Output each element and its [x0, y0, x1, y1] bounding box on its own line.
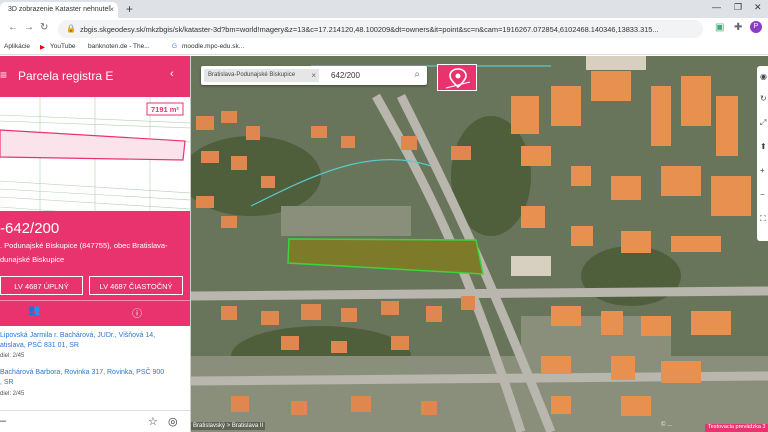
- tab-title: 3D zobrazenie Kataster nehnuteľ: [8, 6, 111, 13]
- scale-breadcrumb: Bratislavský > Bratislava II: [191, 422, 266, 430]
- puzzle-icon[interactable]: ✚: [734, 22, 742, 33]
- parcel-number: -642/200: [0, 220, 60, 237]
- location-chip-label: Bratislava-Podunajské Biskupice: [208, 72, 296, 78]
- forward-icon[interactable]: →: [24, 22, 34, 33]
- sidebar-tabs: 👥 ⓘ: [0, 300, 190, 328]
- chip-close-icon[interactable]: ×: [311, 71, 316, 80]
- owners-list: Lipovská Jarmila r. Bachárová, JUDr., Vi…: [0, 326, 190, 410]
- zoom-in-icon[interactable]: +: [760, 166, 765, 175]
- area-badge: 7191 m²: [151, 105, 179, 114]
- browser-tab[interactable]: 3D zobrazenie Kataster nehnuteľ ×: [0, 2, 118, 18]
- new-tab-button[interactable]: +: [126, 2, 133, 16]
- test-mode-badge: Testovacia prevádzka 3: [705, 424, 768, 432]
- map-toolbar: ◉ ↻ ⤢ ⬆ + − ⛶: [757, 66, 768, 241]
- bookmark-apps[interactable]: Aplikácie: [4, 43, 30, 50]
- zoom-out-icon[interactable]: −: [760, 190, 765, 199]
- map-search-box[interactable]: Bratislava-Podunajské Biskupice × 642/20…: [201, 66, 427, 85]
- owner-address[interactable]: atislava, PSČ 831 01, SR: [0, 342, 79, 349]
- pin-map-button[interactable]: [437, 64, 477, 91]
- copyright-text: © ...: [661, 422, 673, 428]
- address-bar[interactable]: 🔒 zbgis.skgeodesy.sk/mkzbgis/sk/kataster…: [58, 20, 703, 38]
- bookmark-moodle[interactable]: moodle.mpc-edu.sk...: [182, 43, 244, 50]
- sidebar-title: Parcela registra E: [18, 69, 114, 83]
- avatar[interactable]: P: [750, 21, 762, 33]
- bookmarks-bar: Aplikácie ▶ YouTube banknoten.de - The..…: [0, 40, 768, 55]
- owner-share: diel: 2/45: [0, 391, 25, 397]
- layers-icon[interactable]: ◉: [760, 72, 767, 81]
- lock-icon: 🔒: [66, 24, 76, 33]
- location-line-1: . Podunajské Biskupice (847755), obec Br…: [0, 241, 168, 250]
- parcel-sidebar: ≡ Parcela registra E ‹ 7191 m² -642/200 …: [0, 56, 191, 432]
- sidebar-header: ≡ Parcela registra E ‹: [0, 56, 190, 97]
- extension-icon[interactable]: ▣: [715, 22, 724, 33]
- browser-toolbar: ← → ↻ 🔒 zbgis.skgeodesy.sk/mkzbgis/sk/ka…: [0, 18, 768, 40]
- locate-icon[interactable]: ◎: [168, 415, 178, 428]
- chevron-left-icon[interactable]: ‹: [170, 68, 174, 80]
- compass-icon[interactable]: ⬆: [760, 142, 767, 151]
- bookmark-banknoten[interactable]: banknoten.de - The...: [88, 43, 150, 50]
- aerial-3d-map[interactable]: [191, 56, 768, 432]
- sidebar-footer: – ☆ ◎: [0, 410, 190, 432]
- close-window-icon[interactable]: ✕: [754, 2, 762, 13]
- tab-owners-icon[interactable]: 👥: [28, 305, 40, 316]
- location-line-2: dunajské Biskupice: [0, 255, 65, 264]
- rotate-icon[interactable]: ↻: [760, 94, 767, 103]
- minimize-icon[interactable]: —: [712, 2, 721, 12]
- map-view[interactable]: Bratislava-Podunajské Biskupice × 642/20…: [191, 56, 768, 432]
- bookmark-youtube[interactable]: YouTube: [50, 43, 76, 50]
- google-icon: G: [172, 43, 178, 50]
- youtube-icon: ▶: [40, 44, 45, 51]
- lv-full-button[interactable]: LV 4687 ÚPLNÝ: [0, 276, 83, 295]
- location-pin-icon: [445, 68, 471, 89]
- back-icon[interactable]: ←: [8, 22, 18, 33]
- owner-share: diel: 2/45: [0, 353, 25, 359]
- tab-close-icon[interactable]: ×: [109, 5, 114, 14]
- fullscreen-icon[interactable]: ⛶: [760, 214, 766, 224]
- menu-icon[interactable]: ≡: [0, 68, 7, 82]
- owner-address[interactable]: , SR: [0, 379, 14, 386]
- owner-name[interactable]: Lipovská Jarmila r. Bachárová, JUDr., Vi…: [0, 332, 155, 339]
- star-icon[interactable]: ☆: [148, 415, 158, 428]
- owner-name[interactable]: Bachárová Barbora, Rovinka 317, Rovinka,…: [0, 369, 164, 376]
- reload-icon[interactable]: ↻: [40, 22, 48, 33]
- search-input[interactable]: 642/200: [331, 71, 360, 80]
- location-chip[interactable]: Bratislava-Podunajské Biskupice ×: [204, 69, 319, 82]
- lv-partial-button[interactable]: LV 4687 ČIASTOČNÝ: [89, 276, 183, 295]
- tilt-icon[interactable]: ⤢: [760, 118, 766, 128]
- tab-info-icon[interactable]: ⓘ: [132, 305, 142, 320]
- url-text: zbgis.skgeodesy.sk/mkzbgis/sk/kataster-3…: [80, 25, 659, 34]
- browser-tab-strip: 3D zobrazenie Kataster nehnuteľ × + — ❐ …: [0, 0, 768, 18]
- search-icon[interactable]: ⌕: [414, 69, 420, 80]
- maximize-icon[interactable]: ❐: [734, 2, 742, 13]
- minus-icon[interactable]: –: [0, 415, 6, 427]
